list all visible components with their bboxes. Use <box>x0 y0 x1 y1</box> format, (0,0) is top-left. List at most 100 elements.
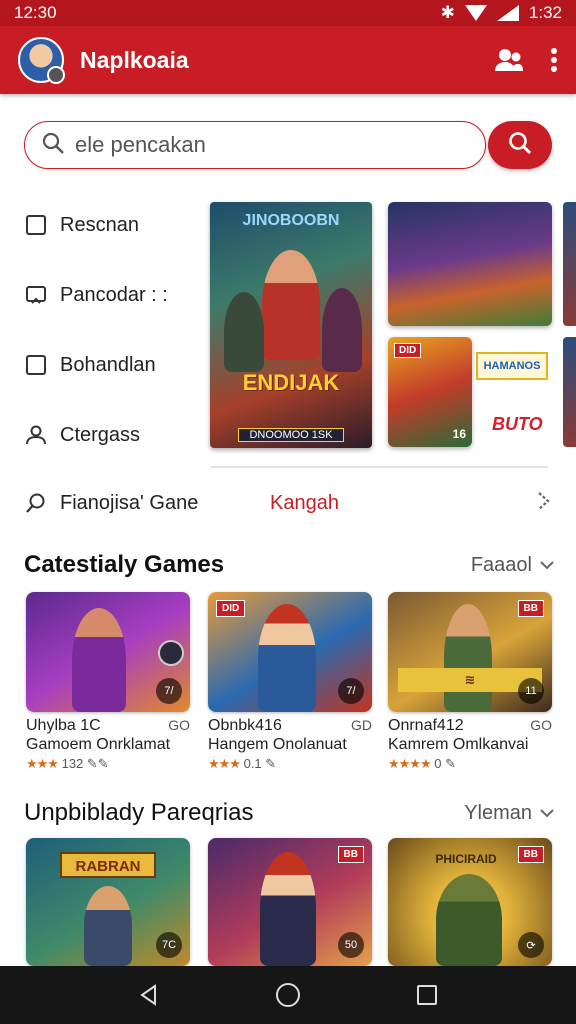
card-controller-label: GD <box>351 717 372 733</box>
card-rating-count: 0 ✎ <box>434 756 456 771</box>
game-card-image: RABRAN 7C <box>26 838 190 966</box>
card-subtitle: Gamoem Onrklamat <box>26 736 171 753</box>
card-corner-icon: 7C <box>156 932 182 958</box>
tag-row-link[interactable]: Kangah <box>270 492 339 515</box>
divider <box>210 466 548 468</box>
card-corner-icon: 7/ <box>338 678 364 704</box>
game-card[interactable]: BB 50 <box>208 838 372 966</box>
hero-figure <box>258 604 316 712</box>
side-item-label: Ctergass <box>60 423 141 446</box>
chevron-right-icon[interactable] <box>534 490 554 517</box>
star-rating: ★★★★ <box>388 756 432 771</box>
featured-banner[interactable]: JINOBOOBN ENDIJAK DNOOMOO 1SK <box>210 202 372 448</box>
sort-dropdown[interactable]: Yleman <box>464 802 554 825</box>
card-logo: PHICIRAID <box>435 852 497 866</box>
card-corner-icon: ⟳ <box>518 932 544 958</box>
card-meta: Onrnaf412 GO <box>388 717 552 735</box>
card-logo: RABRAN <box>60 852 156 878</box>
game-card-image: BB 50 <box>208 838 372 966</box>
hero-figure <box>72 608 126 712</box>
sort-dropdown[interactable]: Faaaol <box>471 554 554 577</box>
card-meta: Obnbk416 GD <box>208 717 372 735</box>
status-time-left: 12:30 <box>14 3 57 22</box>
card-rating: ★★★★ 0 ✎ <box>388 756 552 772</box>
tag-row-label: Fianojisa' Gane <box>60 491 199 514</box>
card-title: Uhylba 1C <box>26 717 101 734</box>
featured-thumb-edge[interactable] <box>563 202 576 326</box>
more-vert-icon[interactable] <box>550 47 558 73</box>
side-item-bohandlan[interactable]: Bohandlan <box>24 330 204 400</box>
game-card[interactable]: ≋ BB 11 Onrnaf412 GO Kamrem Omlkanvai ★★… <box>388 592 552 772</box>
chevron-down-icon <box>540 809 554 818</box>
side-item-label: Pancodar : : <box>60 283 168 306</box>
side-item-pancodar[interactable]: Pancodar : : <box>24 260 204 330</box>
card-rating: ★★★ 132 ✎✎ <box>26 756 190 772</box>
recents-icon[interactable] <box>402 970 452 1020</box>
card-corner-icon: 7/ <box>156 678 182 704</box>
app-title: Naplkoaia <box>80 46 189 73</box>
card-title: Onrnaf412 <box>388 717 464 734</box>
card-subtitle: Kamrem Omlkanvai <box>388 736 529 753</box>
thumb-badge: DID <box>394 343 422 358</box>
side-item-label: Bohandlan <box>60 353 156 376</box>
app-bar: Naplkoaia <box>0 26 576 94</box>
back-icon[interactable] <box>124 970 174 1020</box>
tag-row: Fianojisa' Gane Kangah <box>24 484 554 522</box>
side-item-rescnan[interactable]: Rescnan <box>24 190 204 260</box>
search-bar <box>24 121 552 169</box>
chevron-down-icon <box>540 561 554 570</box>
thumb-corner: 16 <box>452 427 466 441</box>
hero-figure <box>322 288 362 372</box>
card-corner-icon: 11 <box>518 678 544 704</box>
game-card-image: 7/ <box>26 592 190 712</box>
game-card[interactable]: PHICIRAID BB ⟳ <box>388 838 552 966</box>
featured-thumb-mid[interactable]: DID 16 <box>388 337 472 447</box>
featured-banner-title: JINOBOOBN <box>242 212 340 229</box>
section-title: Catestialy Games <box>24 551 225 578</box>
game-card-image: PHICIRAID BB ⟳ <box>388 838 552 966</box>
side-item-label: Rescnan <box>60 213 139 236</box>
signal-icon <box>496 5 519 21</box>
sort-label: Faaaol <box>470 553 532 576</box>
card-corner-icon: 50 <box>338 932 364 958</box>
card-subtitle: Hangem Onolanuat <box>208 736 347 753</box>
search-field-container <box>24 121 486 169</box>
featured-logo-a[interactable]: HAMANOS <box>476 352 548 380</box>
search-icon <box>41 131 65 160</box>
section-title: Unpbiblady Pareqrias <box>24 799 254 826</box>
home-icon[interactable] <box>263 970 313 1020</box>
card-badge: BB <box>517 600 544 617</box>
featured-thumb-top[interactable] <box>388 202 552 326</box>
search-input[interactable] <box>75 132 455 158</box>
hero-figure <box>444 604 492 712</box>
game-card-image: ≋ BB 11 <box>388 592 552 712</box>
game-card[interactable]: DID 7/ Obnbk416 GD Hangem Onolanuat ★★★ … <box>208 592 372 772</box>
card-rating-count: 0.1 ✎ <box>243 756 277 771</box>
orb-decoration <box>158 640 184 666</box>
section-header: Catestialy Games Faaaol <box>24 548 554 582</box>
game-card-image: DID 7/ <box>208 592 372 712</box>
search-button-icon <box>507 130 533 161</box>
card-badge: BB <box>337 846 364 863</box>
checkbox-icon <box>26 215 46 235</box>
hero-figure <box>224 292 264 372</box>
card-badge: BB <box>517 846 544 863</box>
avatar[interactable] <box>18 37 65 84</box>
friends-icon[interactable] <box>494 47 524 73</box>
card-meta: Uhylba 1C GO <box>26 717 190 735</box>
status-bar: 12:30 ✱ 1:32 <box>0 0 576 26</box>
card-title: Obnbk416 <box>208 717 282 734</box>
search-button[interactable] <box>488 121 552 169</box>
hero-figure <box>260 852 316 966</box>
card-controller-label: GO <box>530 717 552 733</box>
bluetooth-icon: ✱ <box>440 3 455 22</box>
featured-logo-b[interactable]: BUTO <box>492 414 543 435</box>
card-rating: ★★★ 0.1 ✎ <box>208 756 372 772</box>
game-card[interactable]: RABRAN 7C <box>26 838 190 966</box>
section-header: Unpbiblady Pareqrias Yleman <box>24 796 554 830</box>
card-badge: DID <box>216 600 246 617</box>
featured-thumb-edge[interactable] <box>563 337 576 447</box>
system-nav-bar <box>0 966 576 1024</box>
side-item-ctergass[interactable]: Ctergass <box>24 400 204 470</box>
game-card[interactable]: 7/ Uhylba 1C GO Gamoem Onrklamat ★★★ 132… <box>26 592 190 772</box>
